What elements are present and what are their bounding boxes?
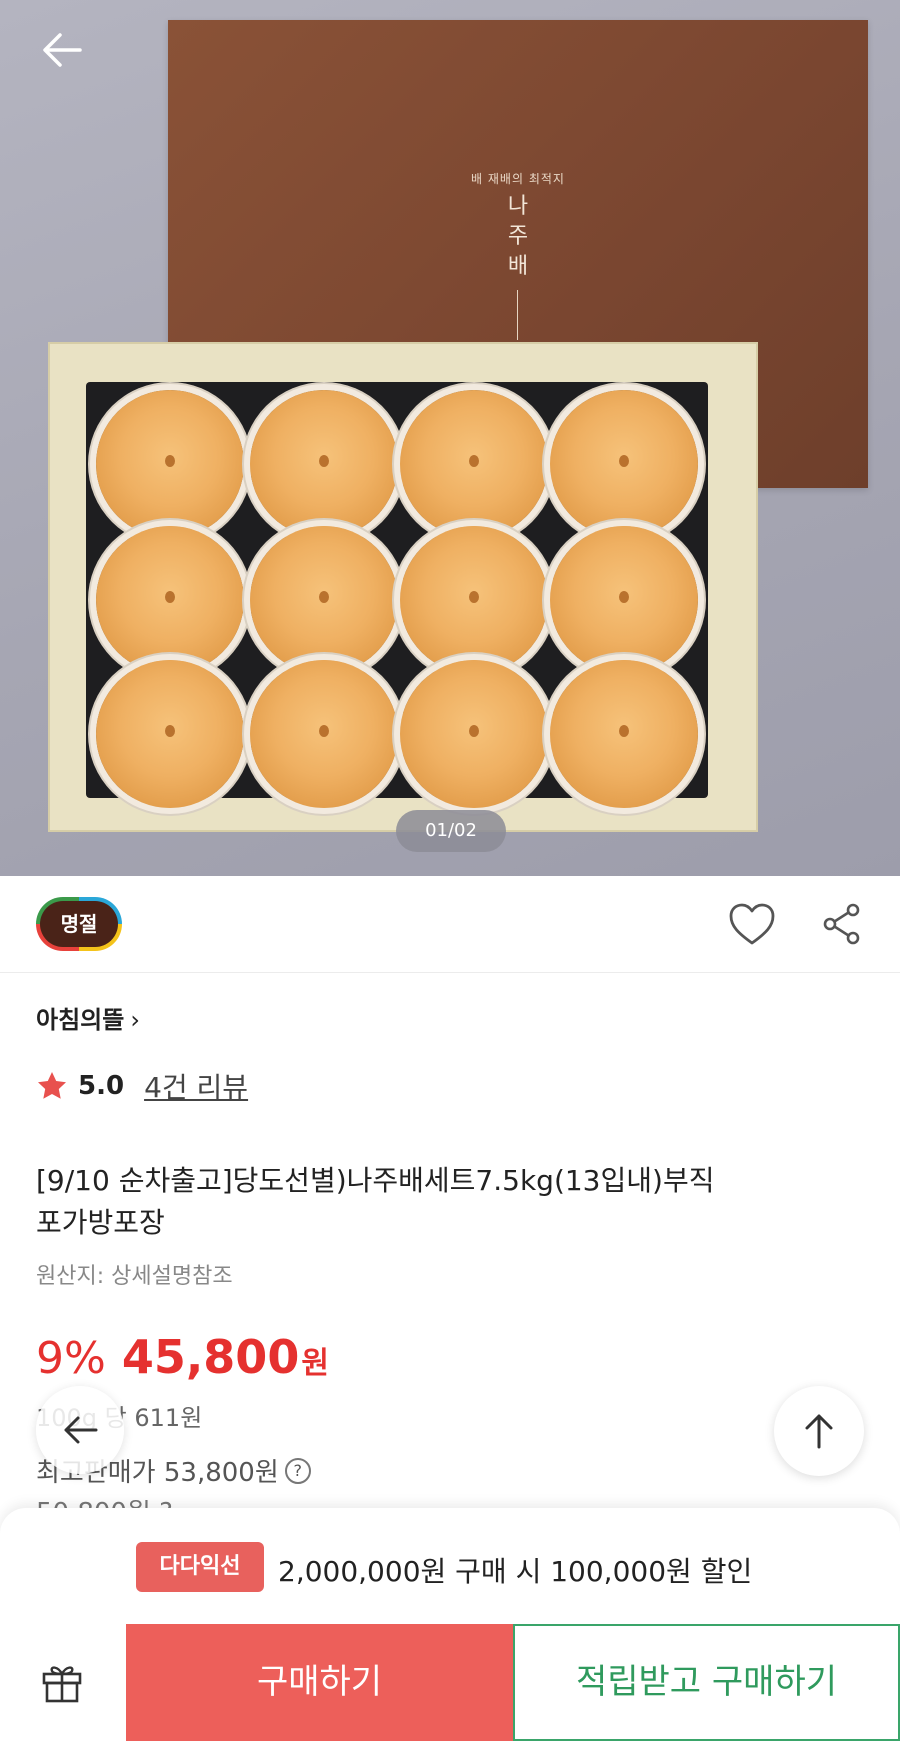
pear bbox=[400, 390, 548, 538]
arrow-up-icon bbox=[805, 1414, 833, 1449]
chevron-right-icon: › bbox=[130, 1006, 140, 1034]
image-page-indicator: 01/02 bbox=[396, 810, 506, 852]
holiday-badge-label: 명절 bbox=[40, 901, 118, 947]
heart-icon[interactable] bbox=[728, 902, 776, 948]
promo-tag: 다다익선 bbox=[136, 1542, 264, 1592]
seller-link[interactable]: 아침의뜰 › bbox=[36, 1000, 140, 1035]
currency-unit: 원 bbox=[301, 1346, 329, 1381]
gift-button[interactable] bbox=[0, 1624, 126, 1741]
pear bbox=[250, 660, 398, 808]
gift-box-tray bbox=[48, 342, 758, 832]
pear bbox=[550, 390, 698, 538]
help-icon[interactable]: ? bbox=[284, 1457, 311, 1484]
arrow-left-icon bbox=[64, 1416, 98, 1444]
pear bbox=[96, 390, 244, 538]
holiday-badge: 명절 bbox=[36, 897, 122, 951]
pear bbox=[550, 526, 698, 674]
gift-icon bbox=[42, 1666, 82, 1703]
star-icon bbox=[38, 1072, 66, 1099]
reviews-link[interactable]: 4건 리뷰 bbox=[144, 1066, 248, 1106]
pear bbox=[250, 526, 398, 674]
lid-subtitle: 배 재배의 최적지 bbox=[471, 172, 565, 186]
lid-divider bbox=[517, 290, 518, 340]
scroll-to-top-button[interactable] bbox=[774, 1386, 864, 1476]
back-arrow-icon[interactable] bbox=[38, 26, 86, 74]
rating-row: 5.0 4건 리뷰 bbox=[36, 1066, 248, 1106]
pear bbox=[400, 660, 548, 808]
pear-tray bbox=[86, 382, 708, 808]
pear bbox=[550, 660, 698, 808]
floating-back-button[interactable] bbox=[36, 1386, 124, 1474]
product-title: [9/10 순차출고]당도선별)나주배세트7.5kg(13입내)부직포가방포장 bbox=[36, 1164, 715, 1239]
seller-name: 아침의뜰 bbox=[36, 1006, 125, 1034]
promo-text: 2,000,000원 구매 시 100,000원 할인 bbox=[278, 1555, 753, 1588]
discount-rate: 9% bbox=[36, 1333, 106, 1384]
share-icon[interactable] bbox=[822, 902, 862, 946]
product-image-carousel[interactable]: 배 재배의 최적지 나주배 (나주배) 배전문기업 01/02 bbox=[0, 0, 900, 876]
product-origin: 원산지: 상세설명참조 bbox=[36, 1264, 233, 1289]
pear bbox=[400, 526, 548, 674]
pear bbox=[250, 390, 398, 538]
buy-button[interactable]: 구매하기 bbox=[126, 1624, 513, 1741]
lid-title: 나주배 bbox=[507, 194, 529, 279]
sale-price: 45,800 bbox=[121, 1330, 300, 1384]
pear bbox=[96, 526, 244, 674]
buy-with-points-button[interactable]: 적립받고 구매하기 bbox=[513, 1624, 900, 1741]
pear bbox=[96, 660, 244, 808]
rating-score: 5.0 bbox=[78, 1071, 125, 1101]
price-row: 9% 45,800 원 bbox=[36, 1330, 329, 1390]
